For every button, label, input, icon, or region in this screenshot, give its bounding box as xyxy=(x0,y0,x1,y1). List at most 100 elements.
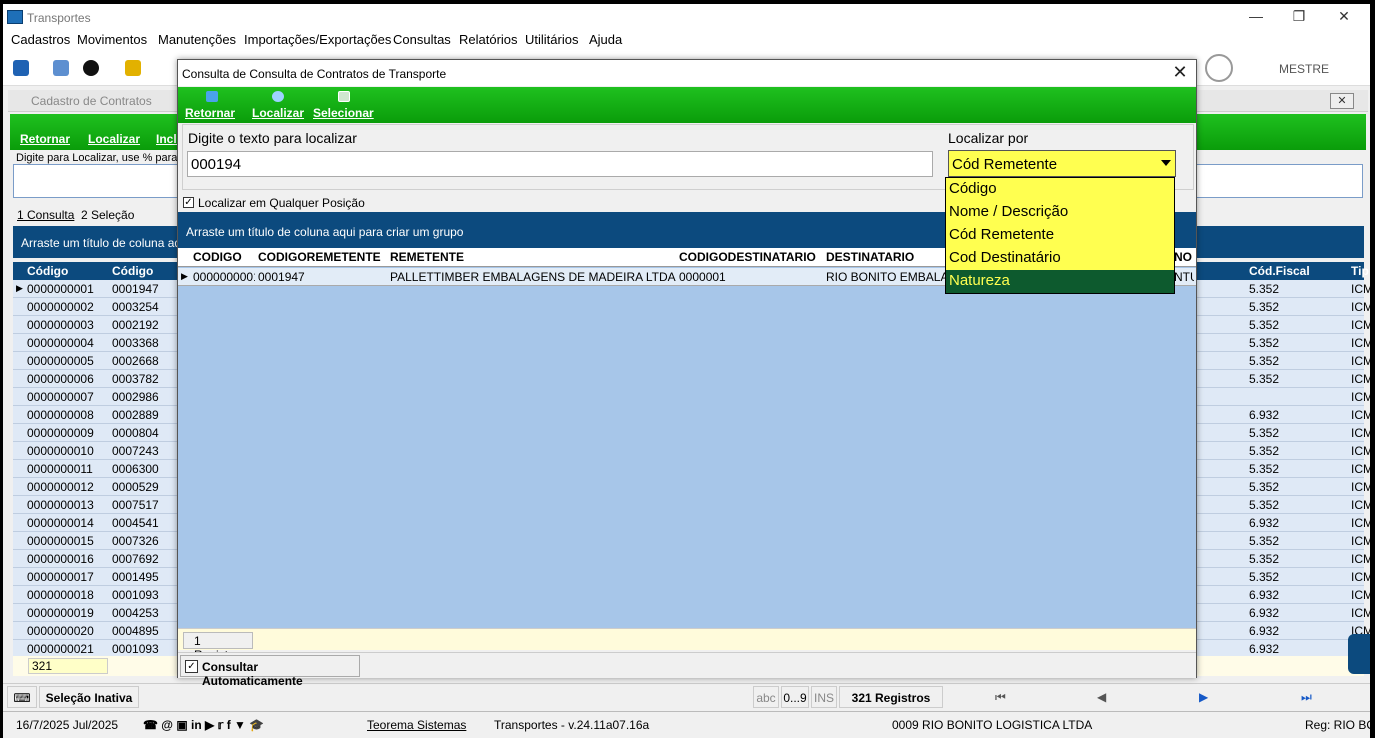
version-status: Transportes - v.24.11a07.16a xyxy=(494,718,650,732)
cell-codigo: 0000000001 xyxy=(27,282,94,296)
selection-status: Seleção Inativa xyxy=(39,686,139,708)
col-extra[interactable]: NO xyxy=(1174,250,1194,264)
cell-codigo-2: 0003254 xyxy=(112,300,159,314)
option-cod-remetente[interactable]: Cód Remetente xyxy=(946,224,1174,247)
cell-codigo: 0000000007 xyxy=(27,390,94,404)
menu-consultas[interactable]: Consultas xyxy=(393,32,451,47)
record-icon[interactable] xyxy=(83,60,99,76)
contracts-group-hint: Arraste um título de coluna aqui p xyxy=(21,236,201,250)
truck-icon[interactable] xyxy=(125,60,141,76)
cell-codigo-2: 0004895 xyxy=(112,624,159,638)
cell-codigo: 0000000003 xyxy=(27,318,94,332)
menu-relatorios[interactable]: Relatórios xyxy=(459,32,518,47)
cell-codigo-2: 0003368 xyxy=(112,336,159,350)
tab-consulta[interactable]: 1 Consulta xyxy=(17,208,74,222)
option-codigo[interactable]: Código xyxy=(946,178,1174,201)
chevron-down-icon[interactable] xyxy=(1161,160,1171,166)
any-position-checkbox[interactable]: ✓ xyxy=(183,197,194,208)
cell-codigo: 0000000009 xyxy=(27,426,94,440)
cell-codigo-2: 0006300 xyxy=(112,462,159,476)
menu-cadastros[interactable]: Cadastros xyxy=(11,32,70,47)
dialog-grid-footer: 1 Registros xyxy=(178,628,1196,662)
col-codigo[interactable]: Código xyxy=(27,264,68,278)
cell-codigo: 0000000021 xyxy=(27,642,94,656)
dialog-search-input[interactable]: 000194 xyxy=(187,151,933,177)
nav-first-button[interactable]: ⏮ xyxy=(995,690,1006,705)
menu-importacoes[interactable]: Importações/Exportações xyxy=(244,32,391,47)
side-chat-icon[interactable] xyxy=(1348,634,1370,674)
dialog-select-button[interactable]: Selecionar xyxy=(313,106,374,120)
cell-cod-fiscal: 6.932 xyxy=(1249,516,1280,530)
calendar-icon[interactable] xyxy=(13,60,29,76)
option-nome-descricao[interactable]: Nome / Descrição xyxy=(946,201,1174,224)
menu-ajuda[interactable]: Ajuda xyxy=(589,32,622,47)
cell-tipo: ICM xyxy=(1351,372,1370,386)
contracts-search-button[interactable]: Localizar xyxy=(88,132,140,146)
nav-prev-button[interactable]: ◀ xyxy=(1097,690,1106,704)
cell-codigo-2: 0001947 xyxy=(112,282,159,296)
cell-cod-fiscal: 5.352 xyxy=(1249,570,1280,584)
cell-cod-fiscal: 5.352 xyxy=(1249,318,1280,332)
return-icon xyxy=(206,91,218,102)
cell-cod-fiscal: 6.932 xyxy=(1249,588,1280,602)
dialog-close-button[interactable]: ✕ xyxy=(1170,62,1190,83)
dialog-title: Consulta de Consulta de Contratos de Tra… xyxy=(182,67,447,81)
tab-selecao[interactable]: 2 Seleção xyxy=(81,208,134,222)
cell-codigo: 0000000004 xyxy=(27,336,94,350)
row-indicator-icon: ▶ xyxy=(16,283,23,293)
cell-codigo: 0000000013 xyxy=(27,498,94,512)
locate-by-label: Localizar por xyxy=(948,130,1029,146)
maximize-button[interactable]: ❐ xyxy=(1284,8,1314,25)
option-natureza[interactable]: Natureza xyxy=(946,270,1174,293)
contracts-lookup-dialog: Consulta de Consulta de Contratos de Tra… xyxy=(177,59,1197,688)
nav-last-button[interactable]: ⏭ xyxy=(1301,690,1312,705)
abc-indicator: abc xyxy=(753,686,779,708)
cell-cod-fiscal: 5.352 xyxy=(1249,354,1280,368)
user-avatar-icon[interactable] xyxy=(1205,54,1233,82)
cell-codigo-2: 0001093 xyxy=(112,642,159,656)
cell-tipo: ICM xyxy=(1351,300,1370,314)
cell-codigo-2: 0000529 xyxy=(112,480,159,494)
col-codigo-2[interactable]: Código xyxy=(112,264,153,278)
contracts-return-button[interactable]: Retornar xyxy=(20,132,70,146)
col-remetente[interactable]: REMETENTE xyxy=(390,250,676,264)
menu-bar: Cadastros Movimentos Manutenções Importa… xyxy=(3,30,1370,52)
close-window-button[interactable]: ✕ xyxy=(1329,8,1359,25)
contracts-form-close-button[interactable]: ✕ xyxy=(1330,93,1354,109)
contracts-footer-count: 321 xyxy=(28,658,108,674)
option-cod-destinatario[interactable]: Cod Destinatário xyxy=(946,247,1174,270)
menu-utilitarios[interactable]: Utilitários xyxy=(525,32,578,47)
cell-cod-fiscal: 5.352 xyxy=(1249,300,1280,314)
menu-manutencoes[interactable]: Manutenções xyxy=(158,32,236,47)
col-codigo[interactable]: CODIGO xyxy=(193,250,255,264)
col-codigo-remetente[interactable]: CODIGOREMETENTE xyxy=(258,250,386,264)
minimize-button[interactable]: — xyxy=(1241,8,1271,24)
col-destinatario[interactable]: DESTINATARIO xyxy=(826,250,946,264)
col-cod-fiscal[interactable]: Cód.Fiscal xyxy=(1249,264,1310,278)
nav-next-button[interactable]: ▶ xyxy=(1199,690,1208,704)
dialog-records-count: 1 Registros xyxy=(183,632,253,662)
cell-cod-fiscal: 6.932 xyxy=(1249,408,1280,422)
cell-codigo-2: 0002192 xyxy=(112,318,159,332)
company-link[interactable]: Teorema Sistemas xyxy=(367,718,466,732)
date-status: 16/7/2025 Jul/2025 xyxy=(16,718,119,732)
col-tipo[interactable]: Tip xyxy=(1351,264,1369,278)
cell-tipo: ICM xyxy=(1351,552,1370,566)
dialog-search-button[interactable]: Localizar xyxy=(252,106,304,120)
menu-movimentos[interactable]: Movimentos xyxy=(77,32,147,47)
records-count: 321 Registros xyxy=(839,686,943,708)
cell-codigo: 0000000018 xyxy=(27,588,94,602)
cell-codigo: 0000000002 xyxy=(27,300,94,314)
locate-by-value: Cód Remetente xyxy=(952,156,1058,173)
users-icon[interactable] xyxy=(53,60,69,76)
auto-search-checkbox[interactable]: ✓ xyxy=(185,660,198,673)
keyboard-icon: ⌨ xyxy=(7,686,37,708)
cell-cod-fiscal: 5.352 xyxy=(1249,426,1280,440)
dialog-search-label: Digite o texto para localizar xyxy=(188,130,357,146)
row-indicator-icon: ▶ xyxy=(181,271,188,281)
social-icons[interactable]: ☎ @ ▣ in ▶ 𝕣 f ▼ 🎓 xyxy=(143,718,264,732)
dialog-return-button[interactable]: Retornar xyxy=(185,106,235,120)
cell-cod-fiscal: 5.352 xyxy=(1249,336,1280,350)
locate-by-select[interactable]: Cód Remetente xyxy=(948,150,1176,177)
col-codigo-destinatario[interactable]: CODIGODESTINATARIO xyxy=(679,250,823,264)
